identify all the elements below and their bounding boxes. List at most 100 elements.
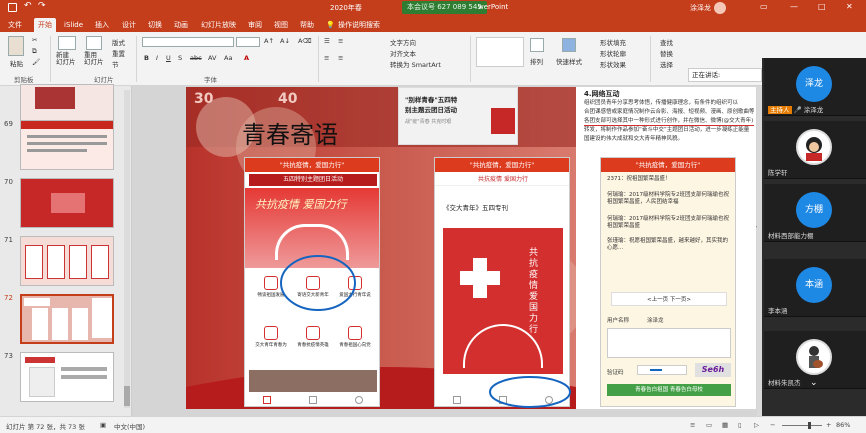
participant-tile[interactable]: 本涵 李本涵: [764, 259, 866, 317]
grow-font-icon[interactable]: A↑: [264, 37, 274, 45]
spellcheck-icon[interactable]: ▣: [100, 421, 106, 429]
zoom-in-icon[interactable]: +: [826, 421, 831, 429]
minimize-icon[interactable]: —: [790, 2, 798, 11]
pagination[interactable]: <上一页 下一页>: [611, 292, 727, 306]
new-slide-icon[interactable]: [58, 36, 76, 50]
slide-title[interactable]: 青春寄语: [242, 115, 338, 150]
strikethrough-icon[interactable]: abc: [190, 54, 202, 62]
thumbnails-scrollbar[interactable]: [124, 90, 130, 408]
notes-icon[interactable]: ≡: [690, 421, 695, 429]
chevron-down-icon[interactable]: ⌄: [810, 378, 818, 388]
find-button[interactable]: 查找: [660, 37, 673, 47]
profile-icon[interactable]: [355, 396, 363, 404]
align-center-icon[interactable]: ≡: [338, 54, 343, 62]
shape-fill-button[interactable]: 形状填充: [600, 37, 626, 47]
align-text-button[interactable]: 对齐文本: [390, 48, 416, 58]
shape-outline-button[interactable]: 形状轮廓: [600, 48, 626, 58]
format-painter-icon[interactable]: 🖌: [32, 58, 40, 66]
tab-help[interactable]: 帮助: [296, 18, 318, 32]
slideshow-icon[interactable]: ▷: [754, 421, 759, 429]
meeting-id-badge[interactable]: 本会议号 627 089 545: [402, 1, 487, 14]
align-left-icon[interactable]: ≡: [324, 54, 329, 62]
zoom-slider[interactable]: [782, 422, 822, 429]
phone-screenshot-2[interactable]: "共抗疫情，爱国力行" 共抗疫情 爱国力行 《交大青年》五四专刊 共抗疫情 爱国…: [434, 157, 570, 407]
numbering-icon[interactable]: ≡: [338, 37, 343, 45]
tab-insert[interactable]: 插入: [91, 18, 113, 32]
section-button[interactable]: 节: [112, 59, 119, 69]
reuse-slide-icon[interactable]: [86, 36, 102, 50]
shadow-icon[interactable]: S: [178, 54, 182, 62]
tab-review[interactable]: 审阅: [244, 18, 266, 32]
language-indicator[interactable]: 中文(中国): [114, 421, 145, 431]
activity-icon[interactable]: [309, 396, 317, 404]
mic-icon[interactable]: 🎤: [794, 106, 802, 114]
tab-animations[interactable]: 动画: [170, 18, 192, 32]
zoom-out-icon[interactable]: −: [770, 421, 775, 429]
bullets-icon[interactable]: ☰: [324, 37, 330, 45]
copy-icon[interactable]: ⧉: [32, 47, 37, 56]
redo-icon[interactable]: ↷: [38, 1, 46, 11]
zoom-level[interactable]: 86%: [836, 421, 850, 429]
tab-transitions[interactable]: 切换: [144, 18, 166, 32]
clear-format-icon[interactable]: A⌫: [298, 37, 312, 45]
grid-item[interactable]: 交大青年青春为: [251, 320, 291, 368]
slide-72[interactable]: 30 40 青春寄语 "别样青春"五四特 别主题云团日活动 战"疫"青春 共克时…: [186, 87, 756, 409]
font-color-icon[interactable]: A: [244, 54, 249, 62]
paste-icon[interactable]: [8, 36, 24, 56]
canvas-scrollbar[interactable]: [757, 86, 762, 416]
grid-item[interactable]: 青春祖国心向党: [335, 320, 375, 368]
participant-tile[interactable]: 陈学轩: [764, 121, 866, 179]
tell-me-search[interactable]: 操作说明搜索: [334, 18, 384, 32]
captcha-input[interactable]: [637, 365, 687, 375]
slide-thumbnail-selected[interactable]: [20, 294, 114, 344]
account-avatar[interactable]: [714, 2, 726, 14]
font-family-select[interactable]: [142, 37, 234, 47]
submit-button[interactable]: 青春告白祖国 青春告白母校: [607, 384, 731, 396]
slide-thumbnail[interactable]: [20, 178, 114, 228]
smartart-button[interactable]: 转换为 SmartArt: [390, 59, 441, 69]
wechat-share-card[interactable]: "别样青春"五四特 别主题云团日活动 战"疫"青春 共克时艰: [398, 87, 518, 145]
underline-icon[interactable]: U: [166, 54, 171, 62]
close-icon[interactable]: ✕: [846, 2, 853, 11]
normal-view-icon[interactable]: ▭: [706, 421, 712, 429]
grid-item[interactable]: 青春抗疫情英雄: [293, 320, 333, 368]
reset-button[interactable]: 重置: [112, 48, 125, 58]
tab-design[interactable]: 设计: [118, 18, 140, 32]
slide-sorter-icon[interactable]: ▦: [722, 421, 728, 429]
shapes-gallery[interactable]: [476, 37, 524, 67]
tab-file[interactable]: 文件: [4, 18, 26, 32]
quick-styles-icon[interactable]: [562, 38, 576, 52]
save-icon[interactable]: [8, 3, 17, 12]
tab-home[interactable]: 开始: [34, 18, 56, 32]
bold-icon[interactable]: B: [144, 54, 149, 62]
slide-thumbnails-pane[interactable]: 69 70 71 72 73: [0, 84, 132, 416]
ribbon-display-icon[interactable]: ▭: [760, 2, 768, 11]
italic-icon[interactable]: I: [156, 54, 158, 62]
home-icon[interactable]: [453, 396, 461, 404]
participant-tile[interactable]: 泽龙 主持人 🎤 涂泽龙: [764, 58, 866, 116]
reading-view-icon[interactable]: ▯: [738, 421, 742, 429]
slide-thumbnail[interactable]: [20, 352, 114, 402]
shape-effects-button[interactable]: 形状效果: [600, 59, 626, 69]
maximize-icon[interactable]: □: [818, 2, 826, 11]
select-button[interactable]: 选择: [660, 59, 673, 69]
phone-screenshot-3[interactable]: "共抗疫情，爱国力行" 2371：祝祖国繁荣昌盛！ 何瑞瑜：2017级材料学院专…: [600, 157, 736, 407]
tab-slideshow[interactable]: 幻灯片放映: [197, 18, 240, 32]
arrange-icon[interactable]: [530, 38, 544, 52]
home-icon[interactable]: [263, 396, 271, 404]
participant-tile[interactable]: 方棚 材料西部能力棚: [764, 184, 866, 242]
text-direction-button[interactable]: 文字方向: [390, 37, 416, 47]
undo-icon[interactable]: ↶: [24, 1, 32, 11]
arrange-button[interactable]: 排列: [530, 56, 543, 66]
quick-styles-button[interactable]: 快速样式: [556, 56, 582, 66]
layout-button[interactable]: 版式: [112, 37, 125, 47]
paste-button[interactable]: 粘贴: [10, 58, 23, 68]
font-size-select[interactable]: [236, 37, 260, 47]
slide-thumbnail[interactable]: [20, 120, 114, 170]
char-spacing-icon[interactable]: AV: [208, 54, 216, 62]
message-input[interactable]: [607, 328, 731, 358]
cut-icon[interactable]: ✂: [32, 36, 37, 44]
tab-view[interactable]: 视图: [270, 18, 292, 32]
shrink-font-icon[interactable]: A↓: [280, 37, 290, 45]
replace-button[interactable]: 替换: [660, 48, 673, 58]
